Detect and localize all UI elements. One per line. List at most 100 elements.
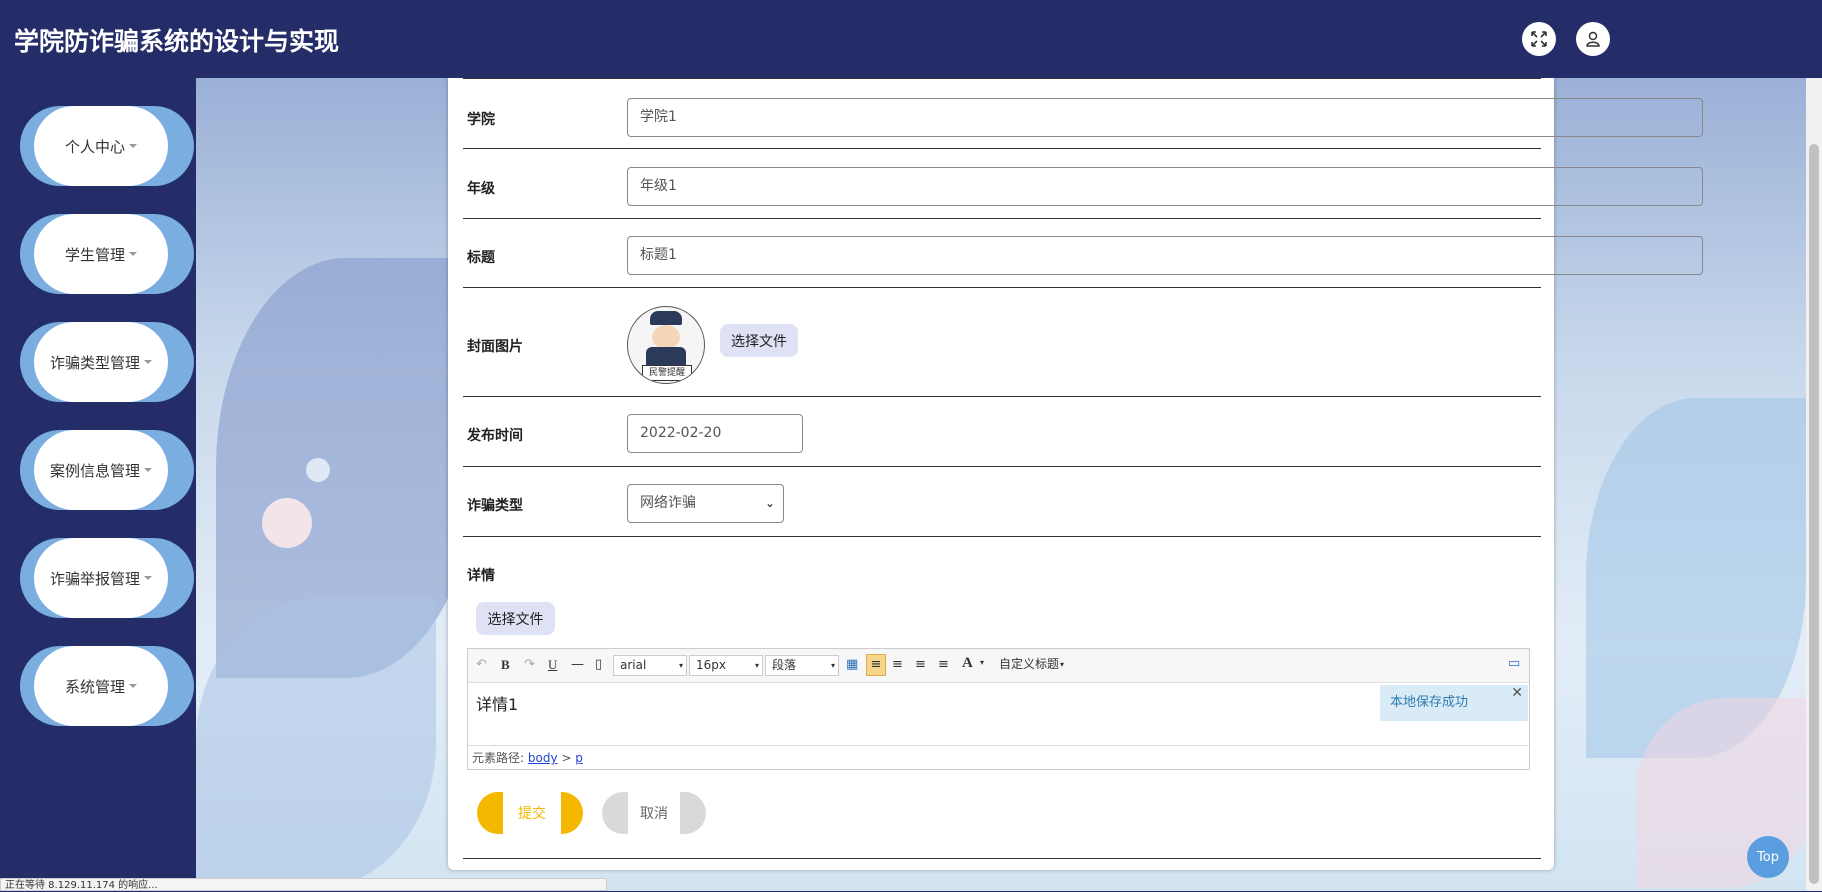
sidebar-item-system-management[interactable]: 系统管理	[20, 646, 194, 726]
font-family-value: arial	[620, 658, 647, 672]
police-cap-shape	[650, 311, 682, 325]
caret-down-icon: ▾	[678, 661, 683, 670]
page-icon[interactable]: ▯	[595, 657, 602, 672]
browser-status-bar: 正在等待 8.129.11.174 的响应...	[0, 878, 607, 891]
align-justify-icon[interactable]: ≡	[938, 657, 949, 672]
underline-icon[interactable]: U	[548, 657, 557, 673]
publish-time-input[interactable]: 2022-02-20	[627, 414, 803, 453]
title-label: 标题	[467, 250, 495, 266]
rich-text-editor: ↶ B ↷ U — ▯ arial ▾ 16px ▾ 段落 ▾ ▦ ≡ ≡ ≡ ≡ A…	[467, 648, 1530, 770]
sidebar-item-label: 个人中心	[64, 137, 125, 156]
face-shape	[652, 325, 680, 349]
sidebar-item-label: 诈骗类型管理	[49, 353, 140, 372]
font-family-select[interactable]: arial ▾	[613, 655, 687, 676]
element-path-label: 元素路径:	[472, 751, 525, 765]
align-center-icon[interactable]: ≡	[915, 657, 926, 672]
font-size-select[interactable]: 16px ▾	[689, 655, 763, 676]
form-row-grade: 年级 年级1	[463, 148, 1703, 219]
page-scrollbar[interactable]	[1806, 78, 1822, 891]
cancel-label: 取消	[628, 792, 680, 834]
publish-time-label: 发布时间	[467, 428, 523, 444]
chevron-down-icon: ⌄	[764, 496, 775, 510]
choose-cover-file-button[interactable]: 选择文件	[720, 324, 798, 357]
caret-down-icon	[129, 684, 137, 688]
caret-down-icon: ▾	[754, 661, 759, 670]
redo-icon[interactable]: ↷	[524, 657, 535, 672]
align-left-icon[interactable]: ≡	[866, 654, 886, 676]
font-color-icon[interactable]: A	[962, 655, 973, 672]
user-icon[interactable]	[1576, 22, 1610, 56]
sidebar-item-label: 案例信息管理	[49, 461, 140, 480]
caret-down-icon	[129, 252, 137, 256]
sidebar-item-case-info-management[interactable]: 案例信息管理	[20, 430, 194, 510]
font-size-value: 16px	[696, 658, 726, 672]
paragraph-select[interactable]: 段落 ▾	[765, 655, 839, 676]
scrollbar-thumb[interactable]	[1809, 144, 1819, 884]
form-row-fraud-type: 诈骗类型 网络诈骗 ⌄	[463, 466, 1541, 537]
submit-button[interactable]: 提交	[477, 792, 583, 834]
form-row-publish-time: 发布时间 2022-02-20	[463, 396, 1541, 467]
uniform-shape	[646, 347, 686, 367]
leaf-decoration	[196, 598, 436, 888]
cover-image: 民警提醒	[627, 306, 705, 384]
sidebar-item-label: 系统管理	[64, 677, 125, 696]
caret-down-icon	[129, 144, 137, 148]
undo-icon[interactable]: ↶	[476, 657, 487, 672]
horizontal-rule-icon[interactable]: —	[571, 657, 584, 672]
choose-details-file-button[interactable]: 选择文件	[476, 602, 555, 635]
back-to-top-button[interactable]: Top	[1747, 836, 1789, 878]
college-label: 学院	[467, 112, 495, 128]
editor-toolbar: ↶ B ↷ U — ▯ arial ▾ 16px ▾ 段落 ▾ ▦ ≡ ≡ ≡ ≡ A…	[468, 649, 1529, 683]
toast-message: 本地保存成功	[1390, 695, 1469, 710]
custom-heading-select[interactable]: 自定义标题 ▾	[993, 655, 1067, 676]
app-title: 学院防诈骗系统的设计与实现	[14, 27, 340, 56]
top-bar: 学院防诈骗系统的设计与实现	[0, 0, 1822, 78]
caret-down-icon	[144, 576, 152, 580]
college-input[interactable]: 学院1	[627, 98, 1703, 137]
fraud-type-selected: 网络诈骗	[640, 495, 696, 511]
submit-label: 提交	[503, 792, 561, 834]
flower-decoration	[306, 458, 330, 482]
caret-down-icon[interactable]: ▾	[980, 658, 984, 667]
paragraph-value: 段落	[772, 658, 797, 672]
flower-decoration	[1636, 698, 1816, 888]
fraud-type-select[interactable]: 网络诈骗 ⌄	[627, 484, 784, 523]
path-link-body[interactable]: body	[528, 751, 558, 765]
caret-down-icon: ▾	[1059, 660, 1064, 669]
title-input[interactable]: 标题1	[627, 236, 1703, 275]
form-row-title: 标题 标题1	[463, 218, 1703, 288]
caret-down-icon	[144, 468, 152, 472]
form-row-college: 学院 学院1	[463, 78, 1703, 149]
form-card: 学院 学院1 年级 年级1 标题 标题1 封面图片 民警提醒 选择文件 发布时间…	[448, 78, 1703, 870]
details-label: 详情	[467, 568, 495, 584]
flower-decoration	[262, 498, 312, 548]
caret-down-icon: ▾	[830, 661, 835, 670]
custom-heading-value: 自定义标题	[999, 657, 1060, 671]
grade-input[interactable]: 年级1	[627, 167, 1703, 206]
fraud-type-label: 诈骗类型	[467, 498, 523, 514]
close-icon[interactable]: ✕	[1511, 675, 1523, 711]
path-separator: >	[561, 751, 572, 765]
path-link-p[interactable]: p	[575, 751, 583, 765]
bold-icon[interactable]: B	[501, 657, 510, 673]
sidebar-item-fraud-type-management[interactable]: 诈骗类型管理	[20, 322, 194, 402]
cover-label: 封面图片	[467, 339, 523, 355]
table-icon[interactable]: ▦	[846, 657, 858, 672]
sidebar-item-student-management[interactable]: 学生管理	[20, 214, 194, 294]
editor-content[interactable]: 详情1	[476, 691, 518, 715]
grade-label: 年级	[467, 181, 495, 197]
form-row-cover: 封面图片 民警提醒 选择文件	[463, 287, 1541, 397]
cancel-button[interactable]: 取消	[602, 792, 706, 834]
sidebar-item-label: 诈骗举报管理	[49, 569, 140, 588]
preview-icon[interactable]: ▭	[1508, 656, 1520, 671]
sidebar-item-fraud-report-management[interactable]: 诈骗举报管理	[20, 538, 194, 618]
save-toast: 本地保存成功 ✕	[1380, 685, 1528, 721]
sidebar-item-personal-center[interactable]: 个人中心	[20, 106, 194, 186]
sidebar: 个人中心 学生管理 诈骗类型管理 案例信息管理 诈骗举报管理 系统管理	[0, 78, 196, 891]
caret-down-icon	[144, 360, 152, 364]
fullscreen-icon[interactable]	[1522, 22, 1556, 56]
sidebar-item-label: 学生管理	[64, 245, 125, 264]
element-path-bar: 元素路径: body > p	[468, 745, 1529, 769]
cover-badge: 民警提醒	[642, 365, 692, 381]
align-right-icon[interactable]: ≡	[892, 657, 903, 672]
